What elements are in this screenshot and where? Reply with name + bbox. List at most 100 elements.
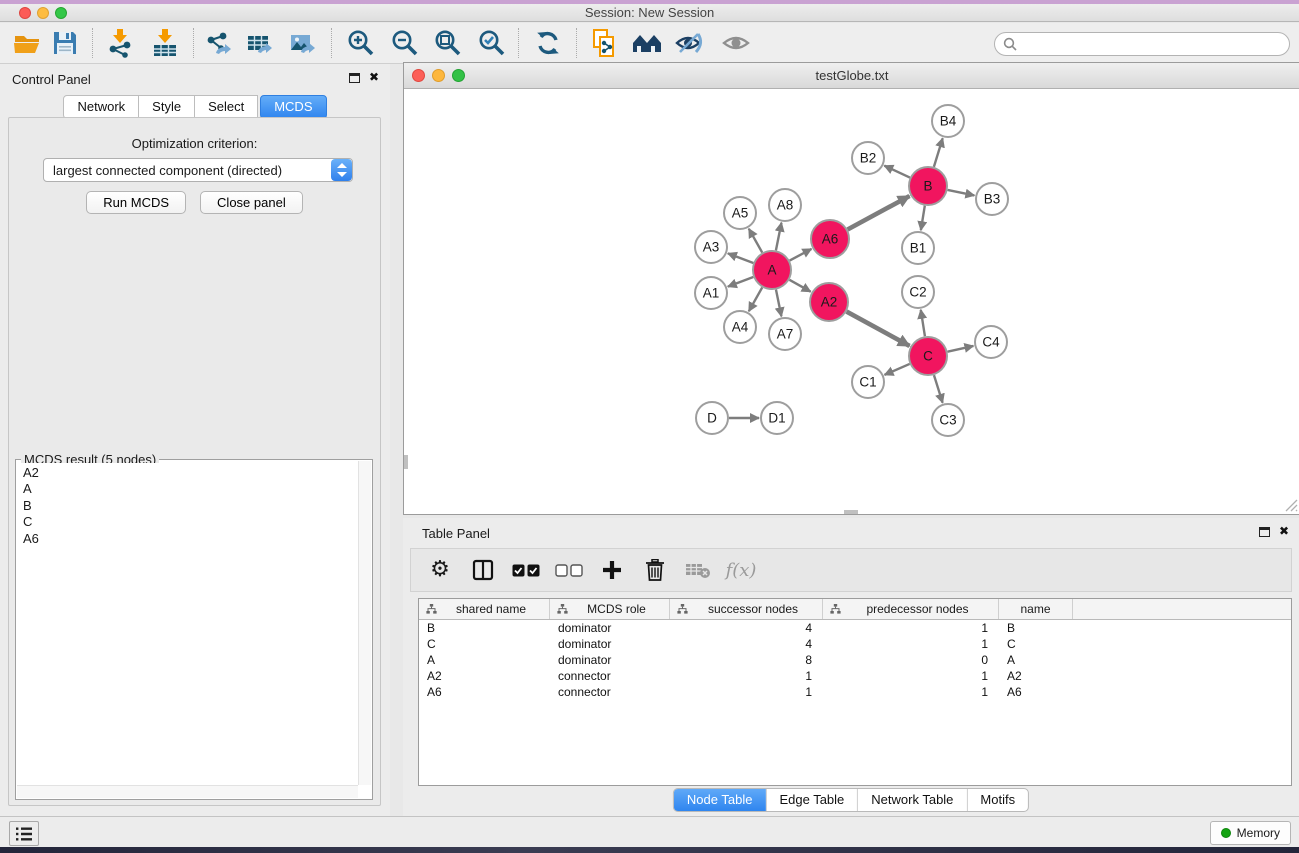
table-row[interactable]: Bdominator41B (419, 620, 1291, 636)
graph-node-B2[interactable]: B2 (852, 142, 884, 174)
graph-node-C4[interactable]: C4 (975, 326, 1007, 358)
zoom-fit-button[interactable] (430, 26, 466, 60)
table-row[interactable]: A6connector11A6 (419, 684, 1291, 700)
table-cell[interactable]: A (419, 653, 550, 667)
hide-selected-button[interactable] (672, 26, 708, 60)
import-table-button[interactable] (147, 26, 183, 60)
vertical-scrollbar[interactable] (358, 461, 371, 785)
float-panel-icon[interactable] (349, 73, 360, 83)
mcds-result-item[interactable]: A (23, 481, 352, 497)
open-session-button[interactable] (10, 26, 46, 60)
graph-node-C[interactable]: C (909, 337, 947, 375)
horizontal-scrollbar[interactable] (17, 785, 358, 798)
function-builder-button[interactable]: f(x) (724, 553, 758, 587)
table-cell[interactable]: 1 (670, 669, 823, 683)
graph-node-B3[interactable]: B3 (976, 183, 1008, 215)
table-cell[interactable]: 1 (823, 621, 999, 635)
tab-mcds[interactable]: MCDS (260, 95, 326, 119)
export-table-button[interactable] (242, 26, 278, 60)
edge-B-B3[interactable] (948, 190, 975, 195)
graph-node-B[interactable]: B (909, 167, 947, 205)
edge-A-A2[interactable] (789, 280, 810, 292)
show-all-button[interactable] (718, 26, 754, 60)
tab-node-table[interactable]: Node Table (674, 789, 766, 811)
tab-style[interactable]: Style (139, 95, 195, 119)
table-cell[interactable]: A (999, 653, 1073, 667)
mcds-result-item[interactable]: C (23, 514, 352, 530)
edge-C-C2[interactable] (921, 310, 925, 336)
edge-A-A8[interactable] (776, 223, 782, 251)
graph-node-A4[interactable]: A4 (724, 311, 756, 343)
graph-node-A1[interactable]: A1 (695, 277, 727, 309)
graph-node-C1[interactable]: C1 (852, 366, 884, 398)
table-cell[interactable]: 4 (670, 637, 823, 651)
select-all-button[interactable] (509, 553, 543, 587)
float-panel-icon[interactable] (1259, 527, 1270, 537)
criterion-dropdown[interactable]: largest connected component (directed) (43, 158, 353, 182)
zoom-in-button[interactable] (343, 26, 379, 60)
tab-network-table[interactable]: Network Table (857, 789, 966, 811)
table-cell[interactable]: connector (550, 669, 670, 683)
edge-A2-C[interactable] (847, 312, 910, 346)
edge-A-A6[interactable] (790, 249, 812, 261)
tab-motifs[interactable]: Motifs (966, 789, 1028, 811)
close-panel-icon[interactable]: ✖ (369, 70, 379, 84)
show-columns-button[interactable] (466, 553, 500, 587)
table-cell[interactable]: A6 (419, 685, 550, 699)
table-row[interactable]: Adominator80A (419, 652, 1291, 668)
graph-node-A[interactable]: A (753, 251, 791, 289)
edge-B-B2[interactable] (884, 166, 910, 178)
table-cell[interactable]: B (999, 621, 1073, 635)
edge-A6-B[interactable] (848, 196, 910, 229)
table-cell[interactable]: A2 (419, 669, 550, 683)
close-panel-button[interactable]: Close panel (200, 191, 303, 214)
run-mcds-button[interactable]: Run MCDS (86, 191, 186, 214)
table-cell[interactable]: A6 (999, 685, 1073, 699)
node-table[interactable]: shared nameMCDS rolesuccessor nodesprede… (418, 598, 1292, 786)
graph-node-D1[interactable]: D1 (761, 402, 793, 434)
graph-node-A3[interactable]: A3 (695, 231, 727, 263)
tab-network[interactable]: Network (63, 95, 139, 119)
column-header-shared-name[interactable]: shared name (419, 599, 550, 619)
refresh-button[interactable] (530, 26, 566, 60)
edge-B-B4[interactable] (934, 138, 943, 167)
table-cell[interactable]: A2 (999, 669, 1073, 683)
mcds-result-item[interactable]: A2 (23, 465, 352, 481)
table-cell[interactable]: 0 (823, 653, 999, 667)
export-image-button[interactable] (285, 26, 321, 60)
graph-node-B4[interactable]: B4 (932, 105, 964, 137)
save-session-button[interactable] (47, 26, 83, 60)
network-from-selection-button[interactable] (587, 26, 623, 60)
delete-column-button[interactable] (638, 553, 672, 587)
table-cell[interactable]: dominator (550, 621, 670, 635)
tab-edge-table[interactable]: Edge Table (765, 789, 857, 811)
edge-A-A1[interactable] (728, 277, 753, 287)
graph-node-A5[interactable]: A5 (724, 197, 756, 229)
table-row[interactable]: Cdominator41C (419, 636, 1291, 652)
graph-node-C2[interactable]: C2 (902, 276, 934, 308)
column-header-name[interactable]: name (999, 599, 1073, 619)
edge-C-C1[interactable] (885, 364, 910, 375)
zoom-out-button[interactable] (387, 26, 423, 60)
table-cell[interactable]: 1 (823, 669, 999, 683)
zoom-selected-button[interactable] (474, 26, 510, 60)
edge-B-B1[interactable] (921, 206, 925, 230)
table-cell[interactable]: B (419, 621, 550, 635)
table-cell[interactable]: 8 (670, 653, 823, 667)
resize-grip-icon[interactable] (1285, 499, 1298, 512)
table-cell[interactable]: 1 (823, 637, 999, 651)
network-window-titlebar[interactable]: testGlobe.txt (404, 63, 1299, 89)
edge-A-A5[interactable] (749, 229, 762, 253)
search-input[interactable] (1017, 37, 1289, 52)
home-neighbors-button[interactable] (629, 26, 665, 60)
graph-node-C3[interactable]: C3 (932, 404, 964, 436)
network-canvas[interactable]: B4B2BB3A5A8A6B1A3AC2A1A2A4A7C4CC1C3DD1 (404, 89, 1299, 514)
edge-C-C4[interactable] (948, 346, 974, 352)
table-cell[interactable]: C (419, 637, 550, 651)
delete-table-button[interactable] (681, 553, 715, 587)
mcds-result-item[interactable]: B (23, 498, 352, 514)
task-history-button[interactable] (9, 821, 39, 846)
graph-node-A8[interactable]: A8 (769, 189, 801, 221)
edge-A-A7[interactable] (776, 290, 781, 317)
graph-node-A6[interactable]: A6 (811, 220, 849, 258)
